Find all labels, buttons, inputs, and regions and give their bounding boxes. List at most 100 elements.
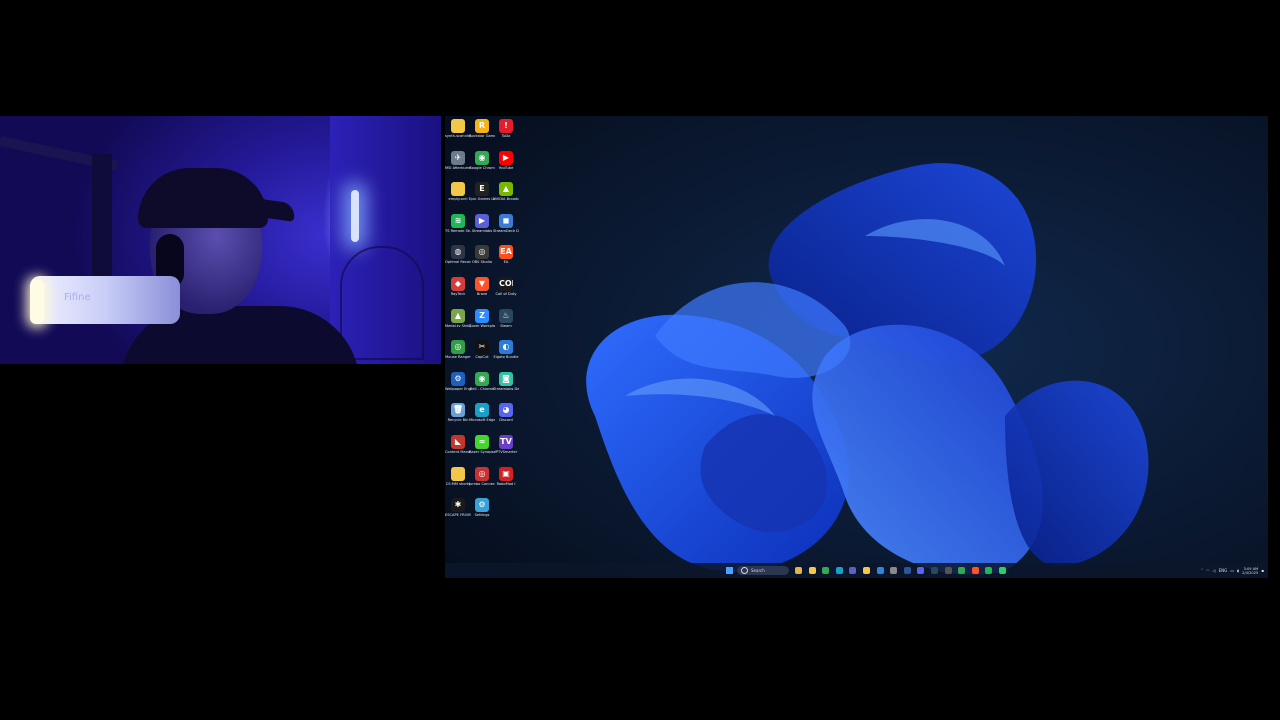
word-icon[interactable] — [903, 567, 911, 574]
desktop-shortcut[interactable]: ♨ Steam — [494, 308, 518, 340]
medal-icon: ▲ — [451, 308, 465, 323]
network-icon[interactable]: ◠ — [1206, 568, 1210, 573]
desktop-shortcut[interactable]: CODCall of Duty — [494, 277, 518, 308]
desktop-shortcut[interactable]: ◆ RayTeck — [446, 277, 470, 308]
desktop-shortcut[interactable]: ▲NVIDIA Broadcast — [493, 182, 519, 213]
spotify-icon: ≋ — [451, 213, 465, 228]
desktop-shortcut[interactable]: ◣Content Manager — [445, 435, 471, 466]
desktop-shortcut[interactable]: ! ToDo — [494, 119, 518, 150]
store-icon[interactable] — [876, 567, 884, 574]
brave-icon[interactable] — [971, 567, 979, 574]
chrome-icon[interactable] — [822, 567, 830, 574]
widgets-icon[interactable] — [795, 567, 802, 574]
desktop-shortcut[interactable]: ⚙Wallpaper Engine — [445, 371, 471, 403]
desktop-shortcut[interactable]: ≋TS Remote Studio — [445, 213, 471, 245]
speaker-icon[interactable]: ◖ — [1237, 568, 1239, 573]
desktop-shortcut[interactable]: 🗑 Recycle Bin — [446, 403, 470, 434]
chrome-icon: ◉ — [475, 371, 489, 386]
mic-brand-label: Fifine — [64, 292, 91, 303]
file-explorer-icon[interactable] — [808, 567, 816, 574]
desktop-shortcut[interactable]: ▶ Streamlabs — [470, 213, 494, 245]
chevron-up-icon[interactable]: ˄ — [1201, 568, 1203, 573]
folder-icon — [451, 466, 465, 481]
desktop-shortcut[interactable]: ◉ Google Chrome — [469, 150, 495, 182]
windows-desktop: synth-scanningRRockstar Games!ToDo ✈MSI A… — [445, 116, 1268, 578]
wifi-icon[interactable]: ▭ — [1230, 568, 1234, 573]
zoom-icon: Z — [475, 308, 489, 323]
desktop-shortcut[interactable]: ▣ RoboMod I — [494, 466, 518, 498]
clock[interactable]: 3:09 AM 2/4/2025 — [1242, 567, 1258, 575]
jumbo-icon: ◎ — [475, 466, 489, 481]
elgato-icon: ◐ — [499, 340, 513, 355]
desktop-shortcut-label: ToDo — [501, 134, 511, 138]
desktop-shortcut[interactable]: ◉ Bell - Chrome — [470, 371, 494, 403]
obs-icon[interactable] — [944, 567, 952, 574]
brave-icon: ▼ — [475, 277, 489, 291]
desktop-shortcut[interactable]: ✈ MSI Afterburner — [445, 150, 471, 182]
microphone — [30, 276, 180, 324]
language-indicator[interactable]: ENG — [1219, 568, 1228, 573]
desktop-shortcut[interactable]: empty.ovrl — [446, 182, 470, 213]
desktop-shortcut[interactable]: ≈ Razer Synapse — [469, 435, 495, 466]
ea-icon: EA — [499, 245, 513, 260]
mic-pole — [92, 154, 112, 294]
content-manager-icon: ◣ — [451, 435, 465, 449]
desktop-shortcut-label: Wallpaper Engine — [445, 386, 471, 391]
desktop-shortcut-label: Rockstar Games — [469, 134, 495, 138]
desktop-shortcut[interactable]: ◍Optimal Recorder — [445, 245, 471, 276]
desktop-shortcut[interactable]: ✱ESCAPE FROM TAR — [445, 498, 471, 529]
desktop-shortcut-label: Google Chrome — [469, 165, 495, 170]
desktop-shortcut[interactable]: EA EA — [494, 245, 518, 276]
desktop-shortcut[interactable]: ◙Streamlabs Desktop — [493, 371, 519, 403]
start-button[interactable] — [726, 567, 733, 574]
desktop-shortcut[interactable]: CS:MM shorts — [445, 466, 471, 498]
calculator-icon[interactable] — [890, 567, 898, 574]
desktop-shortcut[interactable]: synth-scanning — [445, 119, 471, 150]
webcam-feed: Fifine — [0, 116, 441, 364]
obs-icon: ◎ — [475, 245, 489, 260]
desktop-shortcut-label: Zoom Workplace — [469, 323, 495, 328]
desktop-shortcut[interactable]: ▲Medal.tv Shell/pyrotech — [445, 308, 471, 340]
desktop-shortcut-label: CS:MM shorts — [445, 481, 471, 486]
mouse-icon: ◎ — [451, 340, 465, 355]
desktop-shortcut[interactable]: ZZoom Workplace — [469, 308, 495, 340]
desktop-shortcut-label: Brave — [476, 292, 488, 296]
desktop-shortcut[interactable]: ▼ Brave — [470, 277, 494, 308]
desktop-shortcut-label: empty.ovrl — [448, 197, 468, 202]
edge-icon: e — [475, 403, 489, 418]
desktop-shortcut[interactable]: e Microsoft Edge — [469, 403, 495, 434]
desktop-shortcut[interactable]: RRockstar Games — [469, 119, 495, 150]
desktop-shortcut[interactable]: ◎ OBS Studio — [470, 245, 494, 276]
iptv-icon: TV — [499, 435, 513, 449]
desktop-shortcut[interactable]: EEpic Games Launcher — [469, 182, 495, 213]
desktop-shortcut[interactable]: ◎ Mouse Ranger — [445, 340, 471, 371]
desktop-shortcut[interactable]: ▶ YouTube — [494, 150, 518, 182]
folder-icon[interactable] — [863, 567, 870, 574]
notification-icon[interactable]: ▪ — [1261, 568, 1264, 573]
desktop-shortcut[interactable]: ◎ Jumbo Connect — [469, 466, 495, 498]
desktop-shortcut-label: MSI Afterburner — [445, 165, 471, 170]
desktop-shortcut-label: Settings — [474, 513, 490, 518]
discord-icon: ◕ — [499, 403, 513, 418]
chrome-icon[interactable] — [958, 567, 966, 574]
discord-icon[interactable] — [917, 567, 925, 574]
razer-icon: ≈ — [475, 435, 489, 449]
desktop-shortcut[interactable]: ⚙ Settings — [470, 498, 494, 529]
desktop-shortcut-label: IPTVSmarter — [494, 450, 518, 454]
desktop-shortcut[interactable]: ✂ CapCut — [470, 340, 494, 371]
desktop-shortcut[interactable]: ◼StreamDeck Desktop — [493, 213, 519, 245]
taskbar-search[interactable]: Search — [737, 566, 789, 575]
desktop-shortcut[interactable]: ◐ Elgato Bundle — [493, 340, 519, 371]
volume-icon[interactable]: ◁ — [1213, 568, 1216, 573]
wallpaper-engine-icon: ⚙ — [451, 371, 465, 386]
desktop-shortcut[interactable]: TV IPTVSmarter — [494, 435, 518, 466]
search-label: Search — [751, 568, 765, 573]
teams-icon[interactable] — [849, 567, 857, 574]
steam-icon[interactable] — [931, 567, 938, 574]
desktop-shortcut-label: RayTeck — [450, 292, 466, 296]
spotify-icon[interactable] — [985, 567, 993, 574]
streamlabs-icon: ▶ — [475, 213, 489, 228]
edge-icon[interactable] — [835, 567, 843, 574]
desktop-shortcut[interactable]: ◕ Discord — [494, 403, 518, 434]
whatsapp-icon[interactable] — [999, 567, 1006, 574]
